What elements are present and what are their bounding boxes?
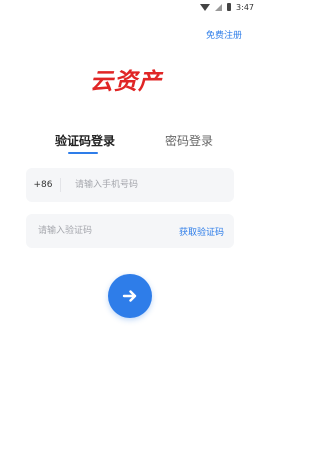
signal-icon: [215, 3, 223, 11]
verification-code-input[interactable]: [38, 221, 148, 241]
wifi-icon: [200, 4, 211, 11]
active-tab-indicator: [68, 152, 98, 154]
phone-input[interactable]: [75, 175, 215, 195]
battery-icon: [227, 3, 232, 11]
arrow-right-icon: [122, 290, 137, 302]
register-link[interactable]: 免费注册: [206, 28, 242, 41]
app-logo: 云资产: [90, 69, 162, 95]
code-field: 获取验证码: [26, 214, 234, 248]
tab-sms-login[interactable]: 验证码登录: [55, 132, 115, 149]
submit-button[interactable]: [108, 274, 152, 318]
status-bar: 3:47: [0, 0, 260, 14]
tab-password-login[interactable]: 密码登录: [165, 132, 213, 149]
country-code[interactable]: +86: [26, 178, 61, 192]
phone-field: +86: [26, 168, 234, 202]
get-code-button[interactable]: 获取验证码: [179, 225, 224, 238]
status-time: 3:47: [236, 2, 254, 12]
